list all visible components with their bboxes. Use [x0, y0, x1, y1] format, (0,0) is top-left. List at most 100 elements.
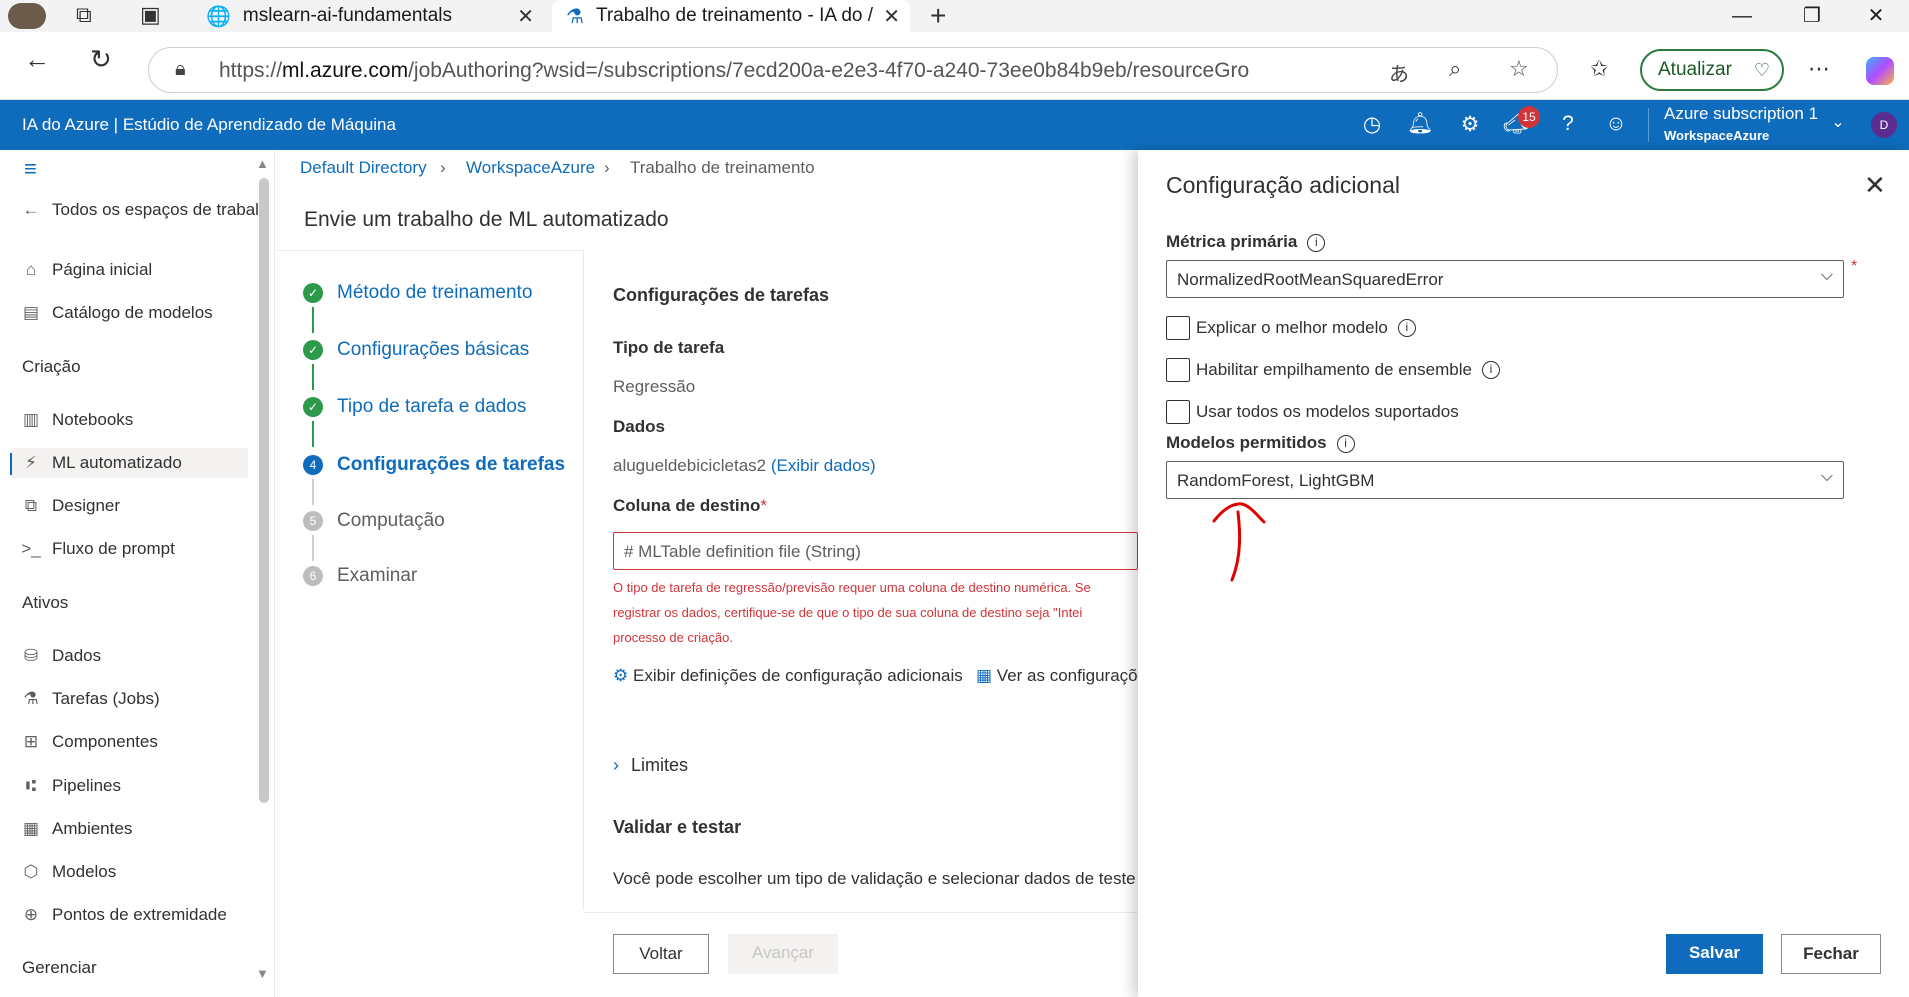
refresh-icon[interactable]: ↻: [90, 44, 112, 75]
scroll-down-icon[interactable]: ▼: [256, 966, 269, 981]
back-button[interactable]: Voltar: [613, 934, 709, 974]
step-connector: [312, 307, 314, 333]
ensemble-stacking-checkbox[interactable]: Habilitar empilhamento de ensemble i: [1166, 358, 1500, 382]
data-label: Dados: [613, 417, 665, 436]
update-button[interactable]: Atualizar ♡: [1640, 49, 1784, 91]
step-basic-settings[interactable]: Configurações básicas: [337, 339, 529, 361]
additional-config-link[interactable]: ⚙ Exibir definições de configuração adic…: [613, 666, 963, 686]
close-icon[interactable]: ✕: [1864, 170, 1886, 201]
step-connector: [312, 364, 314, 390]
url-text[interactable]: https://ml.azure.com/jobAuthoring?wsid=/…: [219, 59, 1249, 83]
url-bar[interactable]: 🔒︎ https://ml.azure.com/jobAuthoring?wsi…: [148, 47, 1558, 93]
allowed-models-label: Modelos permitidos i: [1166, 433, 1355, 453]
back-arrow-icon[interactable]: ←: [24, 44, 50, 75]
minimize-icon[interactable]: —: [1712, 0, 1772, 32]
info-icon[interactable]: i: [1397, 319, 1416, 337]
nav-endpoints[interactable]: ⊕ Pontos de extremidade: [20, 900, 227, 930]
nav-designer[interactable]: ⧉ Designer: [20, 491, 120, 521]
required-asterisk: *: [1851, 258, 1858, 275]
workspaces-icon[interactable]: ⧉: [76, 2, 92, 28]
nav-scrollbar[interactable]: [259, 178, 269, 803]
workspace-name[interactable]: WorkspaceAzure: [1664, 128, 1769, 143]
info-icon[interactable]: i: [1307, 233, 1326, 252]
endpoint-icon: ⊕: [23, 905, 39, 924]
step-training-method[interactable]: Método de treinamento: [337, 282, 532, 304]
close-tab-icon[interactable]: ✕: [517, 4, 534, 29]
step-done-icon: ✓: [303, 283, 323, 303]
nav-jobs[interactable]: ⚗ Tarefas (Jobs): [20, 684, 159, 714]
new-tab-icon[interactable]: +: [930, 0, 946, 32]
step-task-and-data[interactable]: Tipo de tarefa e dados: [337, 396, 526, 418]
vertical-tabs-icon[interactable]: ▣: [140, 2, 161, 28]
lock-icon[interactable]: 🔒︎: [175, 58, 186, 81]
nav-models[interactable]: ⬡ Modelos: [20, 857, 117, 887]
breadcrumb-separator-icon: ›: [440, 158, 446, 177]
allowed-models-dropdown[interactable]: RandomForest, LightGBM ⌵: [1166, 461, 1844, 499]
more-icon[interactable]: ⋯: [1808, 56, 1830, 82]
nav-section-manage: Gerenciar: [22, 958, 97, 977]
nav-back-workspaces[interactable]: ← Todos os espaços de trabal: [20, 195, 259, 225]
profile-avatar[interactable]: [8, 3, 46, 29]
breadcrumb-workspace[interactable]: WorkspaceAzure: [466, 158, 595, 178]
catalog-icon: ▤: [22, 303, 40, 322]
history-icon[interactable]: ◷: [1358, 112, 1386, 137]
nav-home[interactable]: ⌂ Página inicial: [20, 255, 152, 285]
info-icon[interactable]: i: [1481, 361, 1500, 379]
nav-notebooks[interactable]: ▥ Notebooks: [20, 405, 133, 435]
copilot-icon[interactable]: [1866, 57, 1894, 85]
heart-icon: ♡: [1753, 60, 1770, 80]
checkbox-box[interactable]: [1166, 358, 1190, 382]
avatar[interactable]: D: [1871, 112, 1897, 138]
save-button[interactable]: Salvar: [1666, 934, 1763, 974]
validate-heading: Validar e testar: [613, 817, 742, 837]
bell-icon[interactable]: 🔔︎: [1406, 112, 1434, 136]
step-compute[interactable]: Computação: [337, 510, 445, 532]
tab-training-job[interactable]: ⚗ Trabalho de treinamento - IA do / ✕: [552, 0, 910, 32]
handwritten-arrow-annotation: [1212, 502, 1266, 582]
zoom-icon[interactable]: ⌕: [1449, 56, 1461, 82]
breadcrumb-directory[interactable]: Default Directory: [300, 158, 427, 178]
feedback-smile-icon[interactable]: ☺: [1602, 112, 1630, 136]
close-window-icon[interactable]: ✕: [1846, 0, 1906, 32]
nav-model-catalog[interactable]: ▤ Catálogo de modelos: [20, 298, 213, 328]
close-button[interactable]: Fechar: [1781, 934, 1881, 974]
step-task-settings[interactable]: Configurações de tarefas: [337, 454, 565, 476]
error-message: registrar os dados, certifique-se de que…: [613, 605, 1083, 620]
help-icon[interactable]: ?: [1554, 112, 1582, 136]
nav-automl[interactable]: ⚡ ML automatizado: [12, 448, 248, 478]
explain-best-model-checkbox[interactable]: Explicar o melhor modelo i: [1166, 316, 1416, 340]
favorite-star-icon[interactable]: ☆: [1509, 56, 1529, 82]
step-review[interactable]: Examinar: [337, 565, 417, 587]
nav-data[interactable]: ⛁ Dados: [20, 641, 101, 671]
gear-icon[interactable]: ⚙: [1456, 112, 1484, 137]
page-title: Envie um trabalho de ML automatizado: [304, 208, 669, 231]
target-column-input[interactable]: # MLTable definition file (String): [613, 532, 1138, 570]
tab-mslearn[interactable]: 🌐 mslearn-ai-fundamentals ✕: [192, 0, 544, 32]
chevron-down-icon[interactable]: ⌄: [1824, 112, 1852, 132]
use-all-models-checkbox[interactable]: Usar todos os modelos suportados: [1166, 400, 1459, 424]
close-tab-icon[interactable]: ✕: [883, 4, 900, 29]
subscription-name[interactable]: Azure subscription 1: [1664, 104, 1818, 124]
hamburger-icon[interactable]: ≡: [24, 156, 37, 182]
view-data-link[interactable]: (Exibir dados): [771, 456, 876, 475]
nav-components[interactable]: ⊞ Componentes: [20, 727, 158, 757]
app-title[interactable]: IA do Azure | Estúdio de Aprendizado de …: [22, 115, 396, 135]
restore-icon[interactable]: ❐: [1782, 0, 1842, 32]
components-icon: ⊞: [23, 732, 39, 751]
info-icon[interactable]: i: [1336, 434, 1355, 453]
checkbox-box[interactable]: [1166, 400, 1190, 424]
nav-prompt-flow[interactable]: >_ Fluxo de prompt: [20, 534, 175, 564]
nav-environments[interactable]: ▦ Ambientes: [20, 814, 132, 844]
next-button[interactable]: Avançar: [728, 934, 838, 974]
scroll-up-icon[interactable]: ▲: [256, 156, 269, 171]
tab-label: Trabalho de treinamento - IA do /: [595, 5, 874, 26]
primary-metric-dropdown[interactable]: NormalizedRootMeanSquaredError ⌵: [1166, 260, 1844, 298]
nav-pipelines[interactable]: ⑆ Pipelines: [20, 771, 121, 801]
featurization-link[interactable]: ▦ Ver as configuraçõ: [976, 666, 1138, 686]
checkbox-box[interactable]: [1166, 316, 1190, 340]
primary-metric-label: Métrica primária i: [1166, 232, 1326, 252]
additional-config-panel: Configuração adicional ✕ Métrica primári…: [1138, 150, 1909, 997]
favorites-icon[interactable]: ✩: [1590, 56, 1608, 82]
limits-expander[interactable]: › Limites: [613, 755, 688, 776]
read-aloud-icon[interactable]: あ: [1389, 58, 1409, 87]
